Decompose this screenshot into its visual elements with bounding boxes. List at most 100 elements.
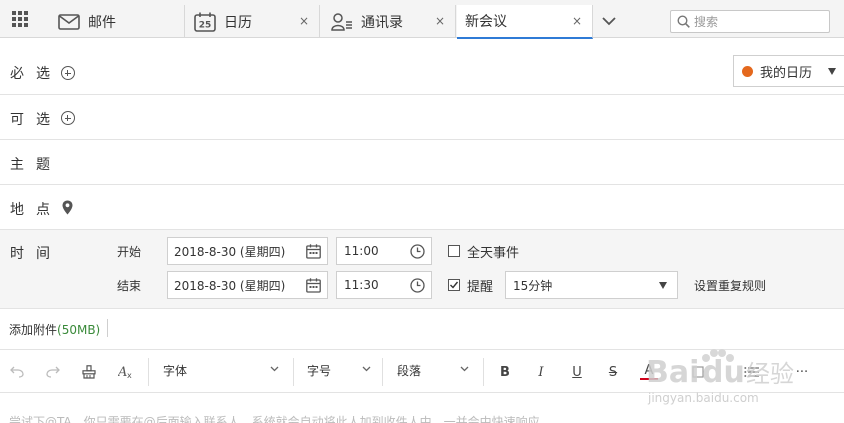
- highlight-button[interactable]: [690, 362, 706, 382]
- tab-label: 日历: [224, 14, 252, 31]
- paragraph-select[interactable]: 段落: [397, 362, 471, 382]
- apps-grid-button[interactable]: [0, 0, 40, 38]
- chevron-down-icon: [460, 366, 469, 372]
- mail-icon: [58, 13, 80, 30]
- location-pin-icon: [62, 200, 73, 215]
- end-date-value: 2018-8-30 (星期四): [174, 278, 286, 293]
- font-size-label: 字号: [307, 364, 332, 378]
- underline-button[interactable]: U: [569, 362, 585, 382]
- clear-format-button[interactable]: Ax: [117, 362, 135, 382]
- calendar-icon: 25: [194, 12, 216, 32]
- list-button[interactable]: [742, 362, 762, 382]
- clear-format-icon: Ax: [118, 365, 132, 379]
- reminder-select[interactable]: 15分钟: [505, 271, 678, 299]
- toolbar-divider: [293, 358, 294, 386]
- start-label: 开始: [117, 245, 142, 259]
- start-time-value: 11:00: [344, 244, 379, 258]
- close-icon[interactable]: ×: [435, 14, 445, 28]
- undo-icon: [10, 366, 24, 378]
- tabs-overflow-button[interactable]: [593, 5, 625, 38]
- start-date-value: 2018-8-30 (星期四): [174, 244, 286, 259]
- bold-button[interactable]: B: [497, 362, 513, 382]
- location-input[interactable]: [100, 197, 800, 217]
- location-label: 地点: [10, 202, 62, 218]
- apps-grid-icon: [12, 11, 28, 27]
- end-label: 结束: [117, 279, 142, 293]
- calendar-color-dot: [742, 65, 753, 77]
- search-box[interactable]: [670, 10, 830, 33]
- highlight-icon: [692, 366, 704, 378]
- chevron-down-icon: [362, 366, 371, 372]
- toolbar-divider: [483, 358, 484, 386]
- calendar-icon[interactable]: [306, 244, 321, 259]
- format-painter-button[interactable]: [81, 362, 97, 382]
- location-row: 地点: [0, 185, 844, 230]
- svg-text:jingyan.baidu.com: jingyan.baidu.com: [647, 391, 759, 405]
- undo-button[interactable]: [9, 362, 25, 382]
- tab-label: 通讯录: [361, 14, 403, 31]
- redo-icon: [46, 366, 60, 378]
- redo-button[interactable]: [45, 362, 61, 382]
- clock-icon[interactable]: [410, 278, 425, 293]
- add-attachment-link[interactable]: 添加附件(50MB): [9, 321, 100, 338]
- font-color-button[interactable]: A: [640, 362, 658, 380]
- toolbar-divider: [148, 358, 149, 386]
- all-day-checkbox[interactable]: [448, 245, 460, 257]
- add-attachment-label: 添加附件: [9, 323, 58, 337]
- italic-button[interactable]: I: [533, 362, 549, 382]
- repeat-rule-link[interactable]: 设置重复规则: [694, 277, 766, 294]
- contacts-icon: [331, 12, 353, 31]
- svg-text:25: 25: [199, 20, 212, 30]
- body-hint-text[interactable]: 尝试下@TA，你只需要在@后面输入联系人，系统就会自动将此人加到收件人中，一并会…: [9, 413, 540, 423]
- font-family-label: 字体: [163, 364, 188, 378]
- tab-label: 邮件: [88, 14, 116, 31]
- end-time-value: 11:30: [344, 278, 379, 292]
- time-label: 时间: [10, 246, 62, 262]
- tab-bar: 邮件 25 日历 × 通讯录 × 新会议 ×: [0, 0, 844, 39]
- subject-label: 主题: [10, 157, 62, 173]
- editor-toolbar: Ax 字体 字号 段落 B I U S A ···: [0, 351, 844, 393]
- required-row: 必选 我的日历: [0, 38, 844, 95]
- tab-mail[interactable]: 邮件: [44, 5, 185, 38]
- caret-down-icon: [659, 282, 667, 289]
- chevron-down-icon: [270, 366, 279, 372]
- font-family-select[interactable]: 字体: [163, 362, 281, 382]
- end-date-picker[interactable]: 2018-8-30 (星期四): [167, 271, 328, 299]
- add-required-icon[interactable]: [61, 66, 75, 80]
- font-size-select[interactable]: 字号: [307, 362, 371, 382]
- search-icon: [677, 15, 690, 28]
- add-optional-icon[interactable]: [61, 111, 75, 125]
- list-icon: [744, 367, 759, 377]
- end-time-picker[interactable]: 11:30: [336, 271, 432, 299]
- subject-input[interactable]: [100, 152, 800, 172]
- calendar-select-label: 我的日历: [760, 65, 813, 81]
- calendar-icon[interactable]: [306, 278, 321, 293]
- calendar-select[interactable]: 我的日历: [733, 55, 844, 87]
- attachment-row: 添加附件(50MB): [0, 310, 844, 350]
- chevron-down-icon: [602, 17, 616, 26]
- reminder-checkbox[interactable]: [448, 279, 460, 291]
- start-time-picker[interactable]: 11:00: [336, 237, 432, 265]
- optional-row: 可选: [0, 95, 844, 140]
- start-date-picker[interactable]: 2018-8-30 (星期四): [167, 237, 328, 265]
- divider: [107, 319, 108, 337]
- tab-contacts[interactable]: 通讯录 ×: [321, 5, 456, 38]
- clock-icon[interactable]: [410, 244, 425, 259]
- toolbar-divider: [382, 358, 383, 386]
- svg-text:A: A: [118, 365, 127, 379]
- time-section: 时间 开始 2018-8-30 (星期四) 11:00 全天事件 结束 2018…: [0, 230, 844, 309]
- tab-calendar[interactable]: 25 日历 ×: [186, 5, 320, 38]
- close-icon[interactable]: ×: [572, 14, 582, 28]
- attachment-size-limit: (50MB): [57, 323, 101, 337]
- close-icon[interactable]: ×: [299, 14, 309, 28]
- required-label: 必选: [10, 66, 62, 82]
- all-day-label: 全天事件: [467, 246, 520, 261]
- optional-label: 可选: [10, 112, 62, 128]
- strikethrough-button[interactable]: S: [605, 362, 621, 382]
- checkmark-icon: [450, 281, 459, 289]
- more-options-button[interactable]: ···: [794, 362, 810, 382]
- tab-new-meeting[interactable]: 新会议 ×: [457, 5, 593, 39]
- reminder-value: 15分钟: [513, 278, 553, 293]
- search-input[interactable]: [694, 14, 814, 29]
- reminder-label: 提醒: [467, 280, 494, 295]
